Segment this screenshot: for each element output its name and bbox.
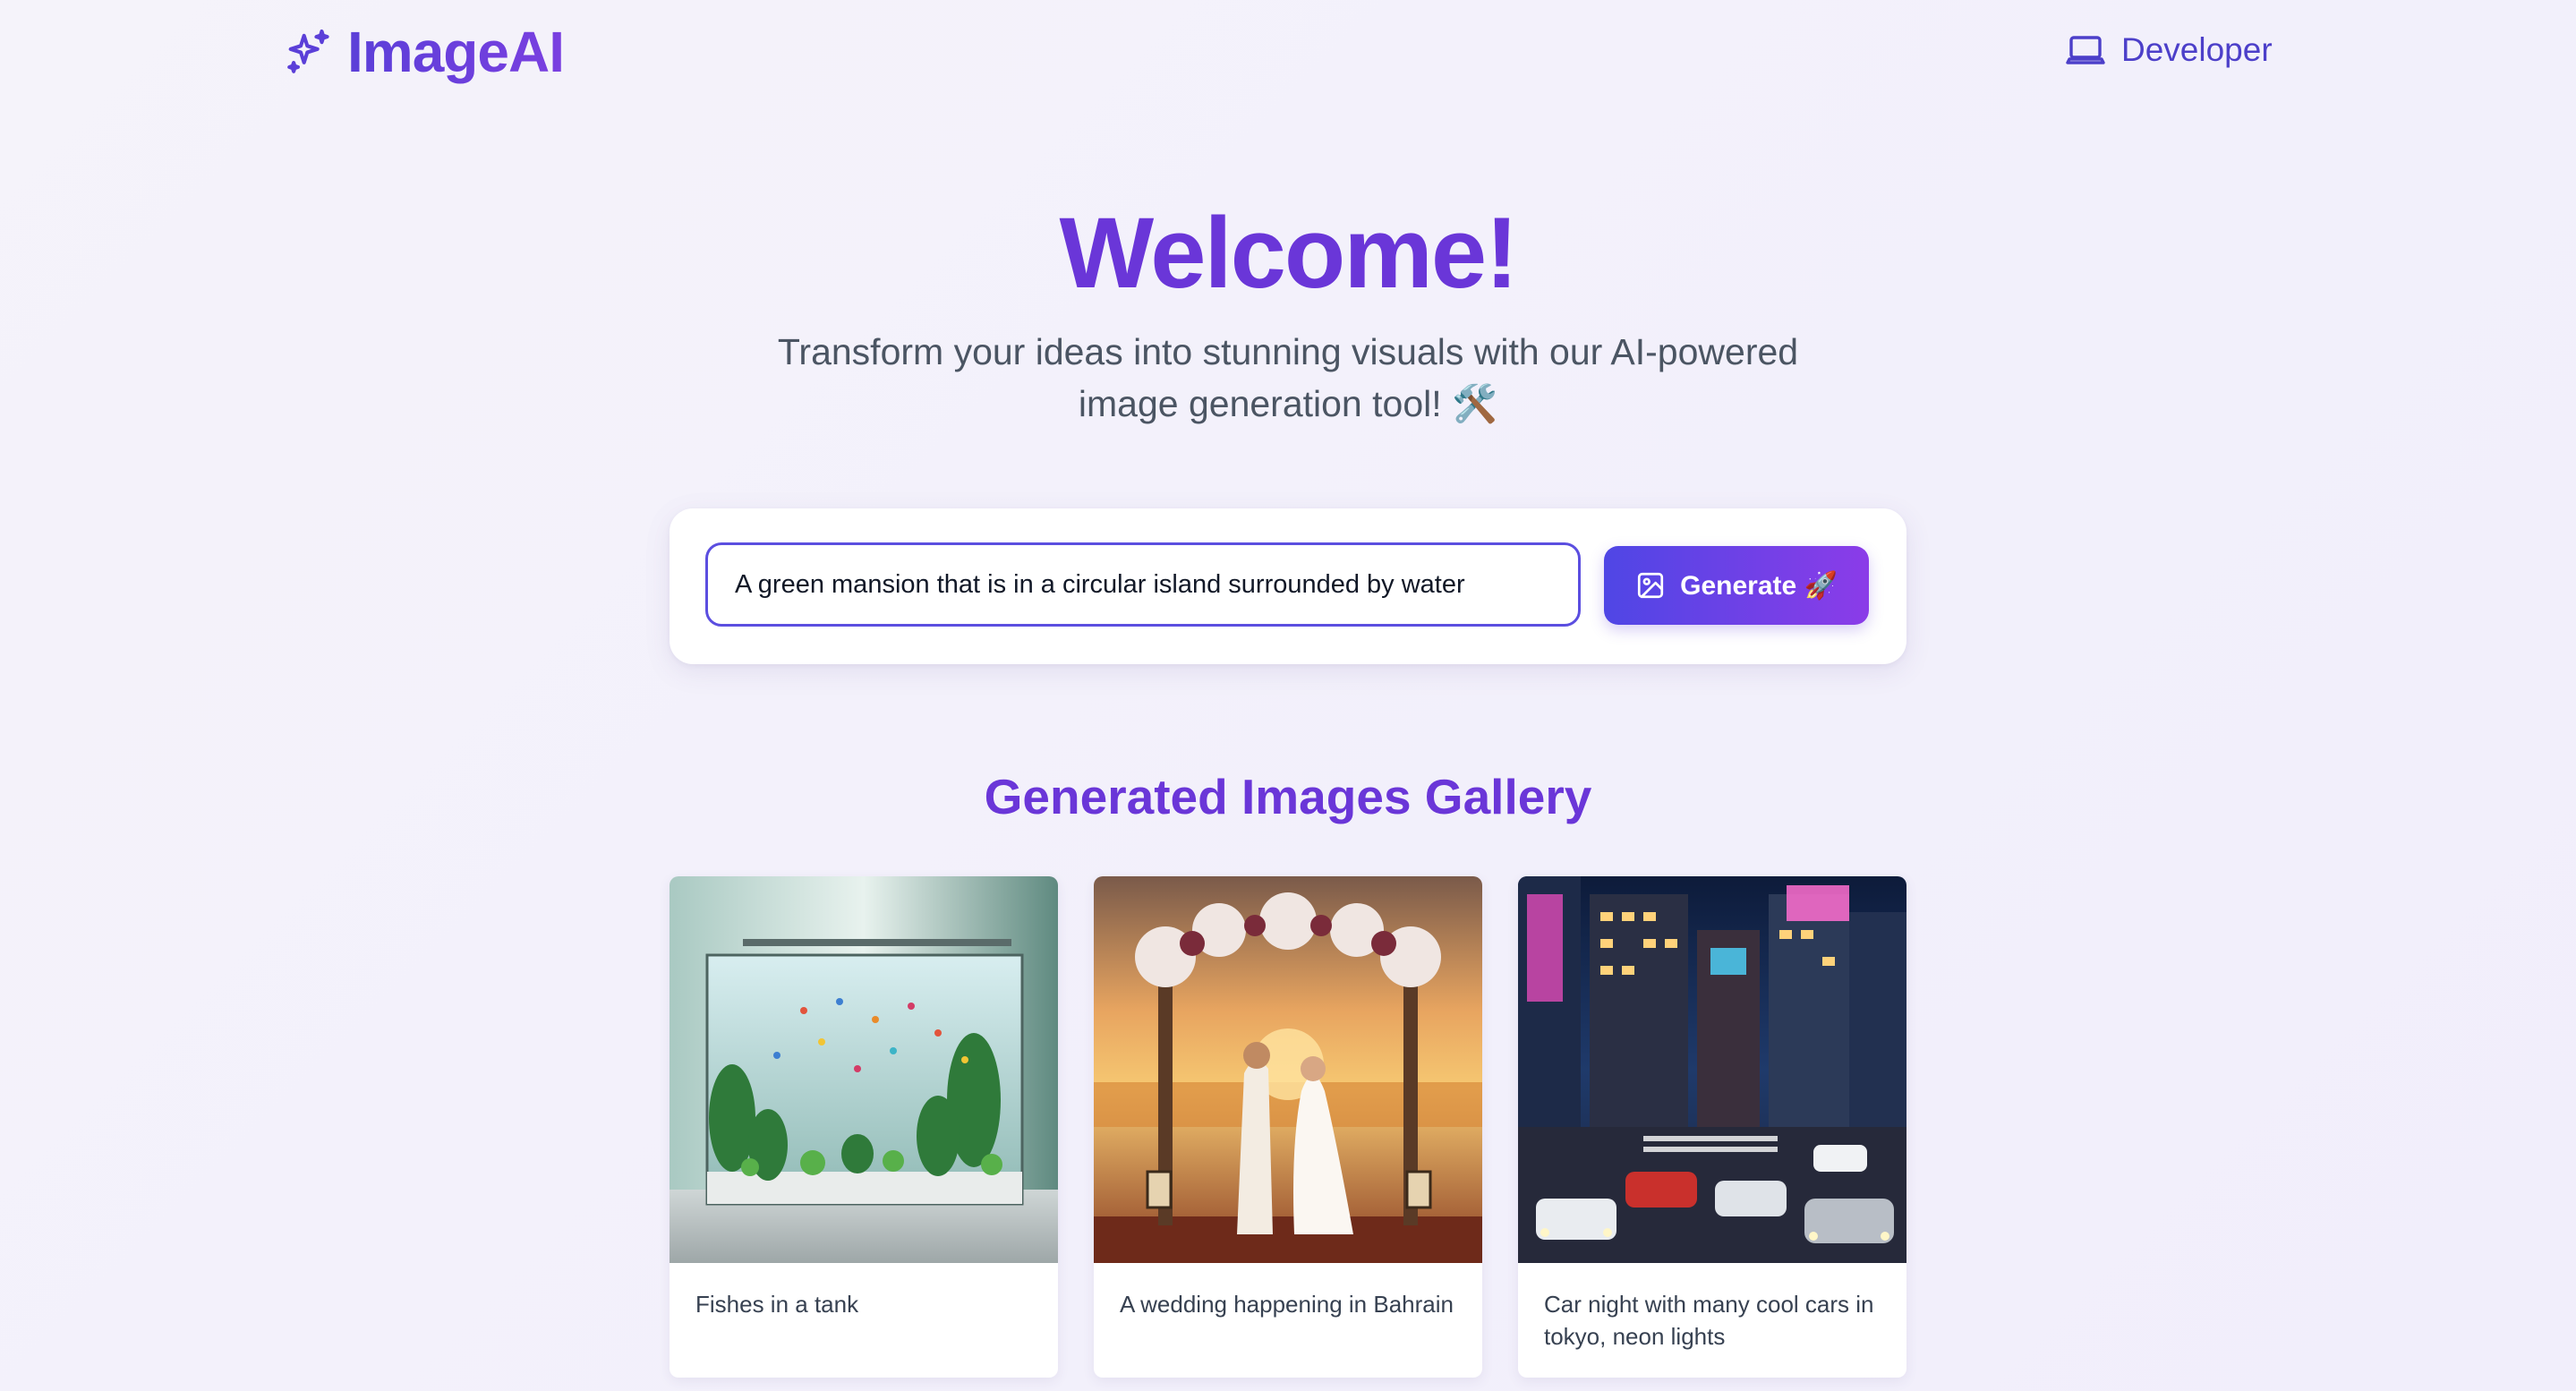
card-caption: Car night with many cool cars in tokyo, …: [1544, 1291, 1874, 1350]
sparkles-icon: [287, 29, 329, 73]
laptop-icon: [2066, 36, 2105, 64]
prompt-input[interactable]: [705, 542, 1581, 627]
page-subtitle: Transform your ideas into stunning visua…: [777, 331, 1799, 424]
prompt-card: Generate 🚀: [670, 508, 1906, 664]
developer-link[interactable]: Developer: [2064, 27, 2273, 73]
image-gallery: Fishes in a tank A wedding happening in …: [670, 876, 1906, 1378]
generate-button[interactable]: Generate 🚀: [1604, 546, 1869, 625]
developer-label: Developer: [2121, 31, 2273, 68]
generated-image-wedding: [1094, 876, 1482, 1263]
brand-name: ImageAI: [347, 20, 565, 84]
brand-logo[interactable]: ImageAI: [283, 20, 565, 84]
generated-image-tokyo-night: [1518, 876, 1906, 1263]
generate-label: Generate 🚀: [1680, 570, 1838, 601]
gallery-card[interactable]: A wedding happening in Bahrain: [1094, 876, 1482, 1378]
top-nav: ImageAI Developer: [0, 0, 2576, 104]
card-caption: A wedding happening in Bahrain: [1120, 1291, 1454, 1318]
image-icon: [1638, 572, 1664, 599]
generated-image-aquarium: [670, 876, 1058, 1263]
gallery-card[interactable]: Fishes in a tank: [670, 876, 1058, 1378]
page-title: Welcome!: [1059, 197, 1519, 309]
card-caption: Fishes in a tank: [695, 1291, 859, 1318]
gallery-card[interactable]: Car night with many cool cars in tokyo, …: [1518, 876, 1906, 1378]
gallery-title: Generated Images Gallery: [984, 769, 1592, 824]
